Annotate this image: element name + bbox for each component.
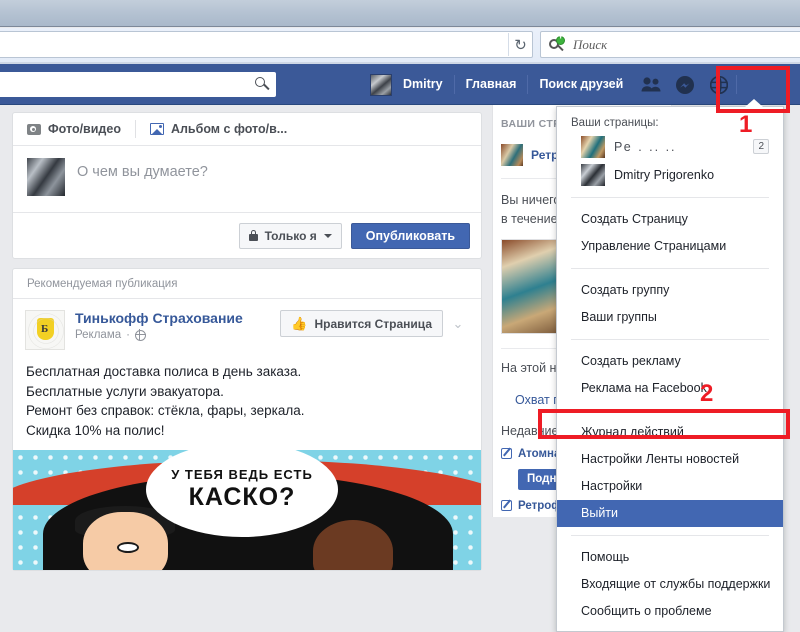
composer-tabs: Фото/видео Альбом с фото/в... [13,113,481,146]
composer-footer: Только я Опубликовать [13,213,481,258]
divider [134,120,136,138]
page-thumbnail [581,136,605,158]
sponsored-post-image[interactable]: У ТЕБЯ ВЕДЬ ЕСТЬ КАСКО? [13,450,481,571]
menu-item-report-a-problem[interactable]: Сообщить о проблеме [557,598,783,625]
menu-divider [571,535,769,536]
menu-item-help[interactable]: Помощь [557,544,783,571]
page-logo[interactable]: Б [25,310,65,350]
messenger-icon[interactable] [668,64,702,105]
audience-label: Только я [264,228,317,243]
bubble-line-2: КАСКО? [188,483,296,512]
reload-icon[interactable]: ↻ [508,33,532,56]
avatar [27,158,65,196]
browser-search-placeholder: Поиск [573,36,608,52]
chevron-down-icon[interactable]: ⌄ [447,310,469,337]
friend-requests-icon[interactable] [634,64,668,105]
chevron-down-icon [323,233,332,238]
account-dropdown-menu: Ваши страницы: Ре . .. .. 2 Dmitry Prigo… [556,106,784,632]
like-page-button[interactable]: 👍 Нравится Страница [280,310,443,337]
annotation-box-2 [538,409,790,439]
menu-page-item[interactable]: Dmitry Prigorenko [557,161,783,189]
page-meta: Тинькофф Страхование Реклама · [75,310,280,341]
photo-album-icon [149,123,164,135]
news-feed-column: Фото/видео Альбом с фото/в... О чем вы д… [12,112,482,580]
nav-home[interactable]: Главная [455,64,528,105]
browser-titlebar [0,0,800,27]
menu-item-advertising-on-facebook[interactable]: Реклама на Facebook [557,375,783,402]
menu-item-logout[interactable]: Выйти [557,500,783,527]
sponsored-label: Рекомендуемая публикация [13,269,481,299]
menu-item-create-group[interactable]: Создать группу [557,277,783,304]
ad-line: Скидка 10% на полис! [26,422,165,438]
menu-item-create-ad[interactable]: Создать рекламу [557,348,783,375]
ad-line: Бесплатные услуги эвакуатора. [26,383,224,399]
bubble-line-1: У ТЕБЯ ВЕДЬ ЕСТЬ [171,467,313,483]
menu-page-name: Dmitry Prigorenko [614,168,715,182]
menu-page-name: Ре . .. .. [614,140,677,154]
ad-line: Ремонт без справок: стёкла, фары, зеркал… [26,403,305,419]
menu-item-create-page[interactable]: Создать Страницу [557,206,783,233]
thumbs-up-icon: 👍 [291,315,308,331]
audience-selector[interactable]: Только я [238,222,342,249]
address-bar[interactable] [0,31,533,58]
annotation-number-2: 2 [700,380,714,407]
pencil-icon [501,448,512,459]
nav-find-friends[interactable]: Поиск друзей [528,64,634,105]
menu-divider [571,197,769,198]
facebook-search-input[interactable] [0,72,276,97]
menu-item-your-groups[interactable]: Ваши группы [557,304,783,331]
menu-item-manage-pages[interactable]: Управление Страницами [557,233,783,260]
nav-profile-name[interactable]: Dmitry [392,64,454,105]
globe-icon [134,329,146,341]
sponsored-page-name[interactable]: Тинькофф Страхование [75,310,280,326]
publish-button[interactable]: Опубликовать [350,222,470,249]
sponsored-post-body: Бесплатная доставка полиса в день заказа… [13,358,481,450]
status-composer: Фото/видео Альбом с фото/в... О чем вы д… [12,112,482,259]
annotation-box-1 [716,66,790,113]
notification-count-badge: 2 [753,139,769,154]
tab-photo-album-label: Альбом с фото/в... [170,122,288,136]
lock-icon [248,230,258,241]
avatar[interactable] [370,73,392,96]
facebook-navbar: Dmitry Главная Поиск друзей [0,64,800,155]
tab-photo-album[interactable]: Альбом с фото/в... [149,122,288,136]
sponsored-post-card: Рекомендуемая публикация Б Тинькофф Стра… [12,268,482,572]
sponsored-sub: Реклама · [75,329,280,341]
composer-body[interactable]: О чем вы думаете? [13,146,481,213]
tab-photo-video[interactable]: Фото/видео [27,122,121,136]
like-page-label: Нравится Страница [314,316,432,331]
menu-divider [571,339,769,340]
menu-item-settings[interactable]: Настройки [557,473,783,500]
sponsored-post-header: Б Тинькофф Страхование Реклама · 👍 Нрави… [13,299,481,358]
page-thumbnail [501,144,523,166]
search-plus-icon [549,32,566,53]
page-thumbnail [581,164,605,186]
browser-search-box[interactable]: Поиск [540,31,800,58]
annotation-number-1: 1 [739,111,753,138]
navbar-right-group: Dmitry Главная Поиск друзей [370,64,738,105]
menu-item-news-feed-preferences[interactable]: Настройки Ленты новостей [557,446,783,473]
ad-line: Бесплатная доставка полиса в день заказа… [26,364,302,379]
sponsored-sub-label: Реклама [75,329,122,341]
pencil-icon [501,500,512,511]
tab-photo-video-label: Фото/видео [48,122,121,136]
camera-icon [27,123,41,135]
menu-divider [571,268,769,269]
search-icon[interactable] [255,77,270,92]
menu-item-support-inbox[interactable]: Входящие от службы поддержки [557,571,783,598]
composer-placeholder: О чем вы думаете? [77,164,208,180]
